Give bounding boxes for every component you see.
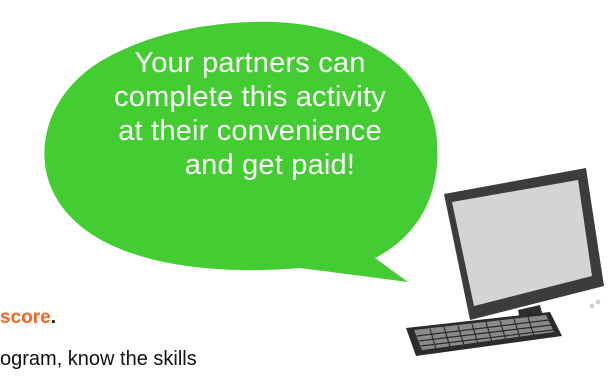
desktop-computer-icon xyxy=(406,168,604,356)
slide-canvas: Your partners can complete this activity… xyxy=(0,0,613,385)
score-period: . xyxy=(50,307,56,328)
bubble-line: complete this activity xyxy=(114,81,386,113)
power-light xyxy=(589,303,595,309)
bubble-line: and get paid! xyxy=(184,149,356,181)
power-light xyxy=(595,299,601,305)
highlight-score-text: score. xyxy=(0,307,56,329)
partial-body-text: ogram, know the skills xyxy=(0,348,197,370)
bubble-line: at their convenience xyxy=(118,115,382,147)
speech-bubble-text: Your partners can complete this activity… xyxy=(100,46,400,182)
bubble-line: Your partners can xyxy=(134,47,366,79)
score-word: score xyxy=(0,307,51,328)
